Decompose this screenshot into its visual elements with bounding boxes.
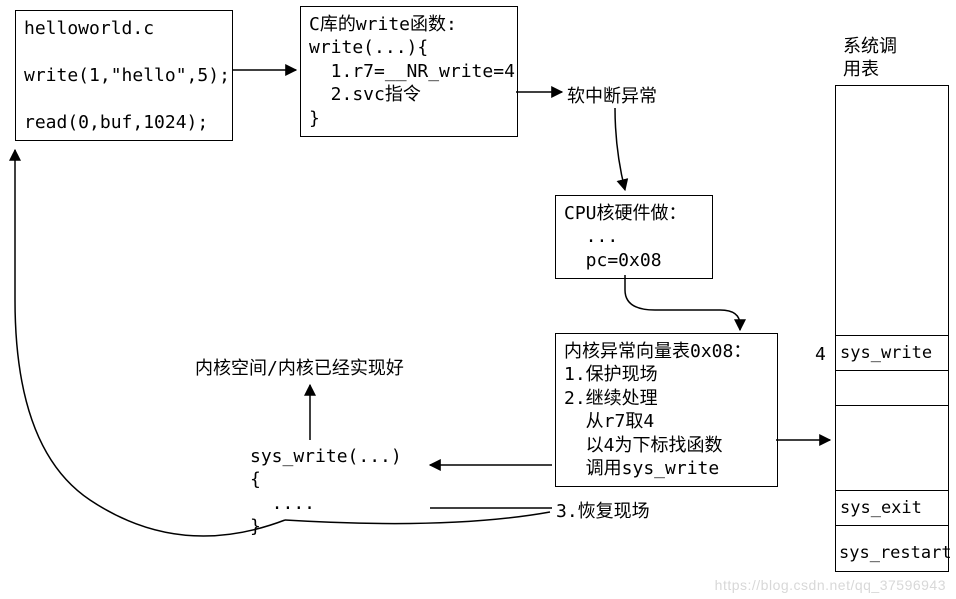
kernelspace-label: 内核空间/内核已经实现好 (195, 357, 404, 380)
syscall-cell-empty (835, 370, 949, 406)
restore-label: 3.恢复现场 (556, 500, 650, 523)
idx4-label: 4 (815, 343, 826, 366)
syscall-cell-write: sys_write (835, 335, 949, 371)
syscall-cell-restart: sys_restart (839, 542, 952, 564)
libc-write-box: C库的write函数: write(...){ 1.r7=__NR_write=… (300, 6, 518, 137)
syscall-cell-exit: sys_exit (835, 490, 949, 526)
watermark: https://blog.csdn.net/qq_37596943 (715, 577, 946, 593)
softirq-label: 软中断异常 (567, 85, 657, 108)
cpu-hardware-box: CPU核硬件做： ... pc=0x08 (555, 195, 713, 279)
syscall-table-title: 系统调 用表 (843, 35, 897, 82)
kernel-vector-box: 内核异常向量表0x08： 1.保护现场 2.继续处理 从r7取4 以4为下标找函… (555, 333, 778, 487)
user-code-box: helloworld.c write(1,"hello",5); read(0,… (15, 10, 233, 141)
syswrite-code: sys_write(...) { .... } (250, 445, 402, 539)
